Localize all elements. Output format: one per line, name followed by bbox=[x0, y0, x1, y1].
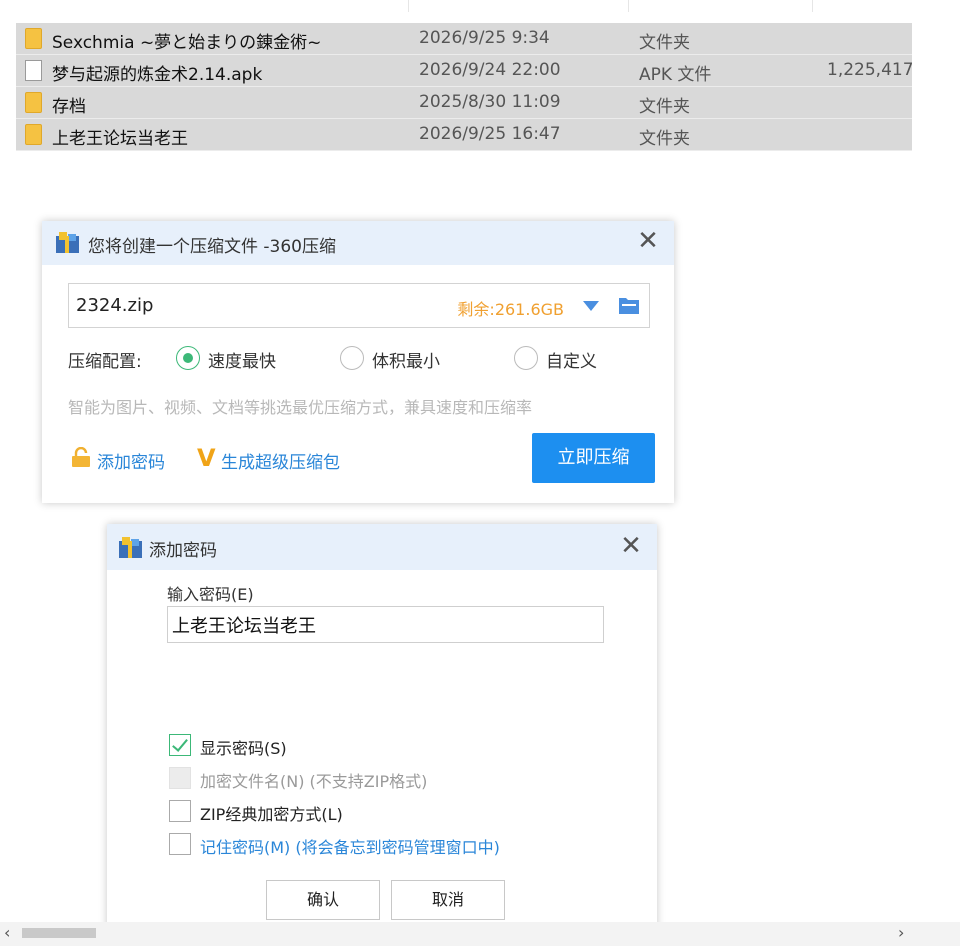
add-password-link[interactable]: 添加密码 bbox=[70, 445, 200, 473]
scroll-right-icon[interactable]: › bbox=[898, 922, 904, 944]
dialog-titlebar[interactable]: 您将创建一个压缩文件 -360压缩 ✕ bbox=[42, 221, 674, 265]
file-icon bbox=[25, 60, 42, 81]
column-separator bbox=[812, 0, 813, 12]
file-date: 2026/9/25 16:47 bbox=[419, 124, 561, 144]
file-type: APK 文件 bbox=[639, 65, 712, 85]
close-icon[interactable]: ✕ bbox=[619, 533, 643, 559]
radio-unselected-icon bbox=[514, 346, 538, 370]
dialog-titlebar[interactable]: 添加密码 ✕ bbox=[107, 524, 657, 570]
file-type: 文件夹 bbox=[639, 33, 690, 53]
browse-folder-icon[interactable] bbox=[619, 296, 639, 314]
checkbox-label: 显示密码(S) bbox=[200, 739, 287, 758]
compression-config-label: 压缩配置: bbox=[68, 352, 142, 372]
password-input-label: 输入密码(E) bbox=[167, 585, 254, 604]
file-name: 梦与起源的炼金术2.14.apk bbox=[52, 65, 263, 85]
scroll-left-icon[interactable]: ‹ bbox=[4, 922, 10, 944]
output-path-field[interactable]: 2324.zip 剩余:261.6GB bbox=[68, 283, 650, 328]
scrollbar-thumb[interactable] bbox=[22, 928, 96, 938]
radio-label: 速度最快 bbox=[208, 352, 276, 372]
radio-label: 体积最小 bbox=[372, 352, 440, 372]
lock-icon bbox=[72, 447, 90, 467]
checkbox-disabled-icon bbox=[169, 767, 191, 789]
chevron-down-icon[interactable] bbox=[583, 301, 599, 311]
compress-dialog: 您将创建一个压缩文件 -360压缩 ✕ 2324.zip 剩余:261.6GB … bbox=[42, 221, 674, 503]
radio-unselected-icon bbox=[340, 346, 364, 370]
column-separator bbox=[628, 0, 629, 12]
folder-icon bbox=[25, 124, 42, 145]
archive-filename[interactable]: 2324.zip bbox=[76, 295, 153, 316]
file-date: 2025/8/30 11:09 bbox=[419, 92, 561, 112]
confirm-button[interactable]: 确认 bbox=[266, 880, 380, 920]
super-package-label: 生成超级压缩包 bbox=[221, 453, 340, 473]
free-space-label: 剩余:261.6GB bbox=[457, 300, 564, 319]
archive-app-icon bbox=[119, 537, 142, 558]
file-date: 2026/9/25 9:34 bbox=[419, 28, 550, 48]
file-name: 上老王论坛当老王 bbox=[52, 129, 188, 149]
checkbox-unchecked-icon bbox=[169, 833, 191, 855]
checkbox-label: 加密文件名(N) (不支持ZIP格式) bbox=[200, 772, 428, 791]
dialog-title: 您将创建一个压缩文件 -360压缩 bbox=[88, 237, 336, 257]
add-password-label: 添加密码 bbox=[97, 453, 165, 473]
file-row[interactable]: Sexchmia ~夢と始まりの錬金術~ 2026/9/25 9:34 文件夹 bbox=[16, 23, 912, 55]
radio-label: 自定义 bbox=[546, 352, 597, 372]
file-date: 2026/9/24 22:00 bbox=[419, 60, 561, 80]
cancel-button[interactable]: 取消 bbox=[391, 880, 505, 920]
checkbox-unchecked-icon bbox=[169, 800, 191, 822]
file-name: Sexchmia ~夢と始まりの錬金術~ bbox=[52, 33, 322, 53]
file-list: Sexchmia ~夢と始まりの錬金術~ 2026/9/25 9:34 文件夹 … bbox=[16, 23, 912, 151]
checkbox-label: ZIP经典加密方式(L) bbox=[200, 805, 343, 824]
radio-selected-icon bbox=[176, 346, 200, 370]
checkbox-label: 记住密码(M) (将会备忘到密码管理窗口中) bbox=[200, 838, 500, 857]
folder-icon bbox=[25, 28, 42, 49]
checkbox-checked-icon bbox=[169, 734, 191, 756]
column-separator bbox=[408, 0, 409, 12]
file-size: 1,225,417. bbox=[827, 60, 912, 80]
file-row[interactable]: 上老王论坛当老王 2026/9/25 16:47 文件夹 bbox=[16, 119, 912, 151]
add-password-dialog: 添加密码 ✕ 输入密码(E) 显示密码(S) 加密文件名(N) (不支持ZIP格… bbox=[107, 524, 657, 941]
file-row[interactable]: 存档 2025/8/30 11:09 文件夹 bbox=[16, 87, 912, 119]
file-name: 存档 bbox=[52, 97, 86, 117]
dialog-title: 添加密码 bbox=[149, 541, 217, 561]
password-input[interactable] bbox=[167, 606, 604, 643]
archive-app-icon bbox=[56, 232, 79, 253]
folder-icon bbox=[25, 92, 42, 113]
vip-v-icon: V bbox=[197, 444, 216, 472]
file-type: 文件夹 bbox=[639, 129, 690, 149]
file-row[interactable]: 梦与起源的炼金术2.14.apk 2026/9/24 22:00 APK 文件 … bbox=[16, 55, 912, 87]
close-icon[interactable]: ✕ bbox=[636, 228, 660, 254]
compression-hint: 智能为图片、视频、文档等挑选最优压缩方式，兼具速度和压缩率 bbox=[68, 398, 533, 417]
horizontal-scrollbar[interactable]: ‹ › bbox=[0, 922, 960, 946]
compress-now-button[interactable]: 立即压缩 bbox=[532, 433, 655, 483]
super-package-link[interactable]: V 生成超级压缩包 bbox=[197, 444, 367, 473]
file-type: 文件夹 bbox=[639, 97, 690, 117]
